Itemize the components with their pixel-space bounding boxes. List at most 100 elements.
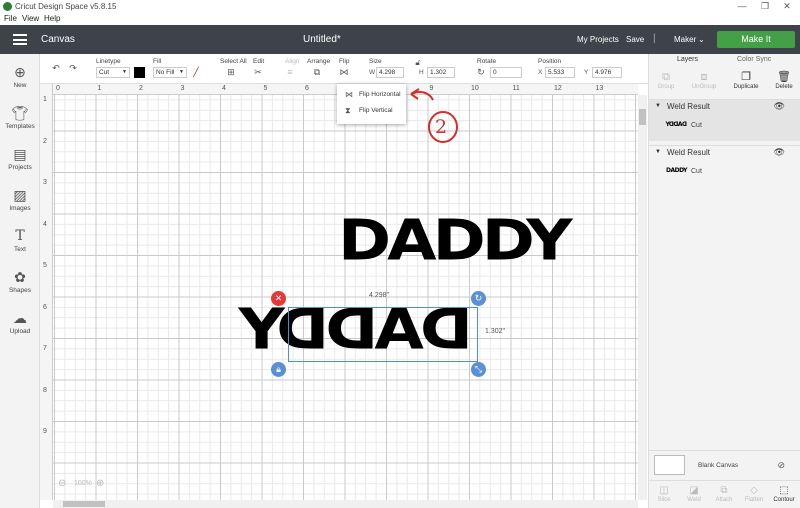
ruler-left-tick: 6 — [43, 303, 47, 311]
rotate-handle-icon[interactable]: ↻ — [471, 291, 486, 306]
ruler-left-tick: 9 — [43, 428, 47, 435]
slice-button[interactable]: ◫ Slice — [649, 485, 679, 503]
make-it-button[interactable]: Make It — [717, 31, 795, 48]
app-window: Cricut Design Space v5.8.15 — ❐ ✕ File V… — [0, 0, 800, 508]
close-icon[interactable]: ✕ — [781, 1, 793, 12]
flatten-button[interactable]: ◇ Flatten — [739, 485, 769, 503]
attach-icon: ⧉ — [720, 485, 728, 496]
zoom-level: 100% — [74, 480, 92, 487]
arrange-label: Arrange — [307, 58, 331, 65]
layer-tools: ⧉ Group ⧈ UnGroup ❐ Duplicate 🗑︎ Delete — [649, 66, 800, 100]
select-all-icon[interactable]: ⊞ — [225, 67, 237, 78]
rotate-input[interactable]: 0 — [490, 67, 522, 78]
height-input[interactable]: 1.302 — [427, 67, 455, 78]
layer-row[interactable]: DADDY Cut — [649, 113, 800, 141]
nav-templates[interactable]: 👕︎ Templates — [0, 105, 40, 130]
layer-group-name: Weld Result — [667, 148, 710, 157]
linetype-color-swatch[interactable] — [134, 67, 145, 78]
scroll-thumb[interactable] — [63, 501, 105, 507]
flip-icon[interactable]: ⋈ — [338, 67, 350, 78]
linetype-select[interactable]: Cut ▼ — [96, 67, 130, 78]
plus-icon: ⊕ — [14, 64, 26, 80]
ruler-top-tick: 2 — [139, 85, 143, 92]
position-label: Position — [538, 58, 562, 65]
selection-box[interactable] — [288, 307, 478, 362]
eye-icon[interactable]: 👁︎ — [774, 146, 785, 159]
machine-selector[interactable]: Maker — [674, 35, 696, 44]
ungroup-button[interactable]: ⧈ UnGroup — [689, 71, 719, 90]
panel-tabs: Layers Color Sync — [649, 54, 800, 66]
edit-icon[interactable]: ✂ — [252, 67, 264, 78]
nav-images[interactable]: ▨ Images — [0, 187, 40, 212]
text-icon: T — [15, 228, 25, 244]
design-canvas[interactable] — [40, 84, 638, 500]
blank-canvas-row[interactable]: Blank Canvas ⊘ — [649, 450, 800, 480]
image-icon: ▨ — [13, 187, 27, 203]
attach-button[interactable]: ⧉ Attach — [709, 485, 739, 503]
zoom-in-icon[interactable]: ⊕ — [96, 478, 104, 489]
blank-canvas-swatch[interactable] — [654, 455, 685, 475]
ruler-left-tick: 3 — [43, 179, 47, 186]
width-input[interactable]: 4.298 — [376, 67, 404, 78]
layer-group-header[interactable]: ▼ Weld Result 👁︎ — [649, 146, 800, 159]
nav-text[interactable]: T Text — [0, 228, 40, 253]
nav-new[interactable]: ⊕ New — [0, 64, 40, 89]
caret-down-icon[interactable]: ▼ — [655, 100, 661, 113]
nav-upload[interactable]: ☁ Upload — [0, 310, 40, 335]
fill-color-pen-icon[interactable]: ╱ — [190, 67, 202, 78]
maximize-icon[interactable]: ❐ — [759, 1, 771, 12]
chevron-down-icon[interactable]: ⌄ — [698, 35, 705, 44]
rotate-icon[interactable]: ↻ — [475, 67, 487, 78]
contour-button[interactable]: ⬚ Contour — [769, 485, 799, 503]
resize-handle-icon[interactable]: ⤡ — [471, 362, 486, 377]
zoom-out-icon[interactable]: ⊖ — [58, 478, 66, 489]
scroll-thumb[interactable] — [639, 109, 646, 125]
panel-bottom-tools: ◫ Slice ◪ Weld ⧉ Attach ◇ Flatten ⬚ Contour — [649, 480, 800, 508]
eye-hidden-icon[interactable]: ⊘ — [777, 460, 785, 471]
group-button[interactable]: ⧉ Group — [651, 71, 681, 90]
layer-group-name: Weld Result — [667, 102, 710, 111]
delete-button[interactable]: 🗑︎ Delete — [769, 71, 799, 90]
my-projects-link[interactable]: My Projects — [577, 35, 619, 44]
layer-group[interactable]: ▼ Weld Result 👁︎ DADDY Cut — [649, 145, 800, 187]
lock-ratio-icon[interactable]: 🔓︎ — [412, 57, 424, 68]
arrange-icon[interactable]: ⧉ — [311, 67, 323, 78]
ruler-top-tick: 12 — [554, 85, 562, 92]
flip-vertical-item[interactable]: ⧗ Flip Vertical — [337, 103, 406, 118]
delete-handle-icon[interactable]: ✕ — [271, 291, 286, 306]
hamburger-menu-icon[interactable] — [13, 34, 27, 45]
tab-layers[interactable]: Layers — [677, 56, 698, 63]
nav-label: Shapes — [8, 287, 32, 294]
layer-group-header[interactable]: ▼ Weld Result 👁︎ — [649, 100, 800, 113]
undo-icon[interactable]: ↶ — [50, 63, 62, 74]
align-icon[interactable]: ≡ — [284, 67, 296, 78]
save-link[interactable]: Save — [626, 35, 644, 44]
horizontal-scrollbar[interactable] — [53, 500, 638, 508]
design-daddy-original[interactable]: DADDY — [338, 213, 573, 269]
weld-button[interactable]: ◪ Weld — [679, 485, 709, 503]
nav-shapes[interactable]: ✿ Shapes — [0, 269, 40, 294]
layer-group-selected[interactable]: ▼ Weld Result 👁︎ DADDY Cut — [649, 100, 800, 141]
fill-label: Fill — [153, 58, 162, 65]
tab-color-sync[interactable]: Color Sync — [737, 56, 771, 63]
redo-icon[interactable]: ↷ — [67, 63, 79, 74]
y-position-input[interactable]: 4.976 — [592, 67, 622, 78]
attach-label: Attach — [715, 497, 733, 503]
blank-canvas-label: Blank Canvas — [698, 462, 739, 469]
flip-horizontal-item[interactable]: ⋈ Flip Horizontal — [337, 87, 406, 102]
menu-view[interactable]: View — [22, 14, 39, 23]
lock-handle-icon[interactable]: 🔒︎ — [271, 362, 286, 377]
nav-projects[interactable]: ▤ Projects — [0, 146, 40, 171]
x-position-input[interactable]: 5.533 — [545, 67, 575, 78]
shirt-icon: 👕︎ — [11, 105, 29, 121]
menu-file[interactable]: File — [4, 14, 17, 23]
fill-select[interactable]: No Fill ▼ — [153, 67, 187, 78]
layer-row[interactable]: DADDY Cut — [649, 159, 800, 187]
ruler-left-tick: 1 — [43, 96, 47, 103]
duplicate-button[interactable]: ❐ Duplicate — [731, 71, 761, 90]
caret-down-icon[interactable]: ▼ — [655, 146, 661, 159]
minimize-icon[interactable]: — — [736, 1, 748, 11]
menu-help[interactable]: Help — [44, 14, 60, 23]
vertical-scrollbar[interactable] — [638, 95, 647, 500]
eye-icon[interactable]: 👁︎ — [774, 100, 785, 113]
